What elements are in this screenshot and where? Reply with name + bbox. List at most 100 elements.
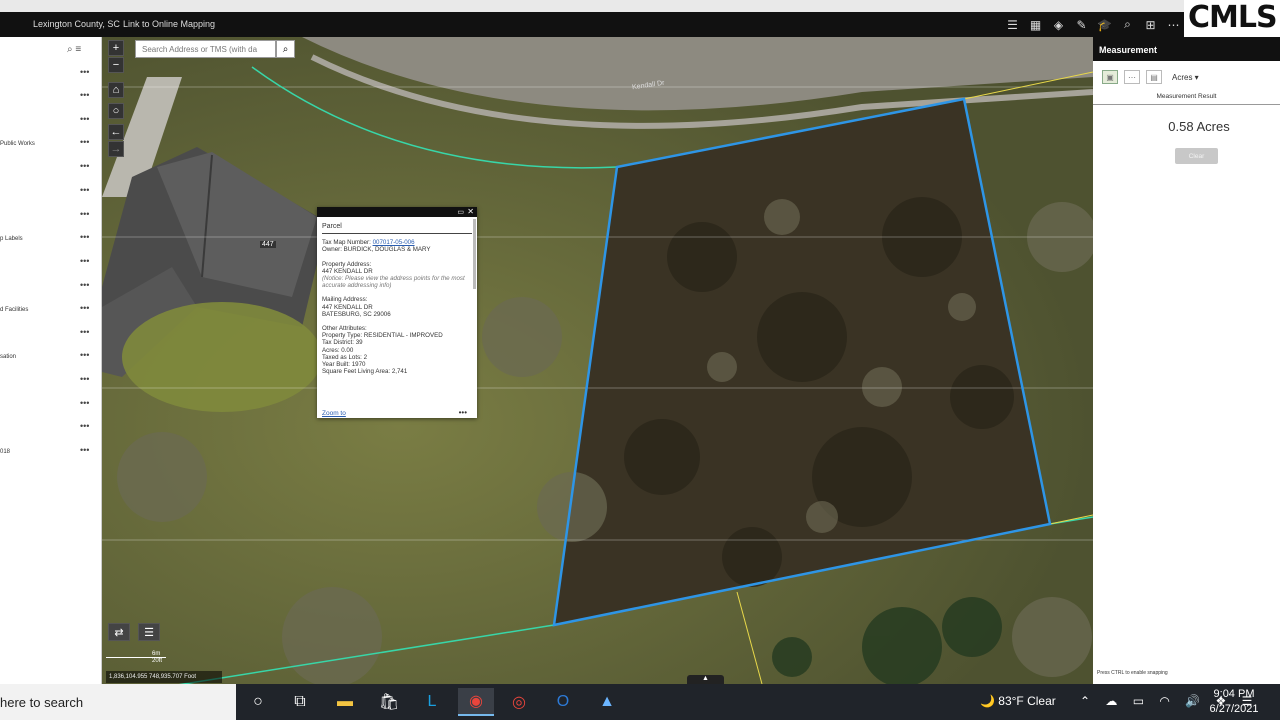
unit-select[interactable]: Acres ▾ — [1172, 73, 1199, 82]
outlook-icon[interactable]: O — [545, 688, 581, 716]
clock[interactable]: 9:04 PM 6/27/2021 — [1204, 687, 1264, 717]
popup-more-button[interactable]: ••• — [459, 408, 467, 417]
layer-more-button[interactable]: ••• — [80, 374, 89, 384]
layer-more-button[interactable]: ••• — [80, 114, 89, 124]
list-icon[interactable]: ☰ — [1003, 15, 1022, 34]
layer-more-button[interactable]: ••• — [80, 280, 89, 290]
close-icon[interactable]: ✕ — [467, 207, 474, 216]
scale-bar: 6m 20ft — [106, 651, 166, 664]
layer-item[interactable]: ••• — [0, 161, 100, 175]
back-arrow-icon[interactable]: ← — [108, 124, 124, 140]
basemap-toggle-icon[interactable]: ⇄ — [108, 623, 130, 641]
filter-icon[interactable]: ≡ — [75, 44, 81, 55]
layer-item[interactable]: sation ••• — [0, 350, 100, 364]
maximize-icon[interactable]: ▭ — [457, 208, 464, 216]
layer-item[interactable]: 018 ••• — [0, 445, 100, 459]
search-icon[interactable]: ⌕ — [67, 44, 73, 55]
chrome-icon[interactable]: ◉ — [458, 688, 494, 716]
layer-item[interactable]: ••• — [0, 256, 100, 270]
attribute-table-toggle[interactable]: ▲ — [687, 675, 724, 684]
locate-icon[interactable]: ○ — [108, 103, 124, 119]
area-tool-icon[interactable]: ▣ — [1102, 70, 1118, 84]
layer-more-button[interactable]: ••• — [80, 445, 89, 455]
layers-icon[interactable]: ◈ — [1049, 15, 1068, 34]
taskbar-search-box[interactable]: here to search — [0, 684, 236, 720]
print-icon[interactable]: ⊞ — [1141, 15, 1160, 34]
layer-more-button[interactable]: ••• — [80, 303, 89, 313]
logo-text: CMLS — [1188, 0, 1278, 35]
zoom-out-button[interactable]: − — [108, 57, 124, 73]
store-icon[interactable]: 🛍 — [371, 688, 407, 716]
distance-tool-icon[interactable]: ⋯ — [1124, 70, 1140, 84]
layer-item[interactable]: ••• — [0, 280, 100, 294]
zoom-in-button[interactable]: + — [108, 40, 124, 56]
task-view-icon[interactable]: ⧉ — [282, 688, 318, 716]
layer-item[interactable]: p Labels ••• — [0, 232, 100, 246]
zoom-select-icon[interactable]: ⌕ — [1118, 15, 1137, 34]
layer-item[interactable]: ••• — [0, 185, 100, 199]
layer-tools: ⌕ ≡ — [67, 44, 81, 55]
cortana-icon[interactable]: ○ — [240, 688, 276, 716]
layer-item[interactable]: ••• — [0, 374, 100, 388]
property-address-label: Property Address: — [322, 260, 372, 268]
property-type: Property Type: RESIDENTIAL - IMPROVED — [322, 332, 443, 340]
mailing-line-1: 447 KENDALL DR — [322, 303, 373, 311]
chrome-alt-icon[interactable]: ◎ — [501, 688, 537, 716]
app-l-icon[interactable]: L — [414, 688, 450, 716]
layer-item[interactable]: ••• — [0, 421, 100, 435]
popup-content: Parcel Tax Map Number: 007017-05-006 Own… — [317, 217, 477, 405]
clear-button[interactable]: Clear — [1175, 148, 1218, 164]
layer-item-label: 018 — [0, 449, 11, 455]
layer-more-button[interactable]: ••• — [80, 67, 89, 77]
layer-more-button[interactable]: ••• — [80, 90, 89, 100]
zoom-to-link[interactable]: Zoom to — [322, 410, 346, 417]
measurement-panel: Measurement ▣ ⋯ ▤ Acres ▾ Measurement Re… — [1093, 37, 1280, 684]
map-toolbar: ☰ ▦ ◈ ✎ 🎓 ⌕ ⊞ ⋯ — [1003, 15, 1183, 34]
layer-more-button[interactable]: ••• — [80, 232, 89, 242]
layer-item-label: d Facilities — [0, 307, 29, 313]
layer-more-button[interactable]: ••• — [80, 137, 89, 147]
location-tool-icon[interactable]: ▤ — [1146, 70, 1162, 84]
graduation-icon[interactable]: 🎓 — [1095, 15, 1114, 34]
pencil-icon[interactable]: ✎ — [1072, 15, 1091, 34]
property-address: 447 KENDALL DR — [322, 267, 373, 275]
layer-more-button[interactable]: ••• — [80, 256, 89, 266]
popup-scrollbar[interactable] — [473, 219, 476, 289]
layer-item[interactable]: ••• — [0, 398, 100, 412]
clock-time: 9:04 PM — [1213, 688, 1255, 700]
home-icon[interactable]: ⌂ — [108, 82, 124, 98]
grid-icon[interactable]: ▦ — [1026, 15, 1045, 34]
layer-more-button[interactable]: ••• — [80, 327, 89, 337]
layer-item[interactable]: ••• — [0, 209, 100, 223]
file-explorer-icon[interactable]: ▬ — [327, 688, 363, 716]
windows-taskbar: here to search ○ ⧉ ▬ 🛍 L ◉ ◎ O ▲ 🌙 83°F … — [0, 684, 1280, 720]
layer-item[interactable]: Public Works ••• — [0, 137, 100, 151]
layer-more-button[interactable]: ••• — [80, 350, 89, 360]
browser-tab-strip — [0, 0, 1280, 12]
layer-more-button[interactable]: ••• — [80, 421, 89, 431]
search-button[interactable]: ⌕ — [276, 40, 295, 58]
tax-map-label: Tax Map Number: — [322, 239, 371, 247]
layer-more-button[interactable]: ••• — [80, 398, 89, 408]
layer-item[interactable]: ••• — [0, 67, 100, 81]
legend-icon[interactable]: ☰ — [138, 623, 160, 641]
search-input[interactable]: Search Address or TMS (with da — [135, 40, 276, 58]
year-built: Year Built: 1970 — [322, 361, 366, 369]
layer-more-button[interactable]: ••• — [80, 161, 89, 171]
layer-more-button[interactable]: ••• — [80, 185, 89, 195]
measurement-title: Measurement — [1093, 37, 1280, 61]
taxed-lots: Taxed as Lots: 2 — [322, 353, 368, 361]
photos-icon[interactable]: ▲ — [589, 688, 625, 716]
layer-more-button[interactable]: ••• — [80, 209, 89, 219]
layer-item[interactable]: ••• — [0, 90, 100, 104]
layer-item[interactable]: d Facilities ••• — [0, 303, 100, 317]
tax-map-link[interactable]: 007017-05-006 — [373, 239, 415, 246]
map-view[interactable]: Kendall Dr 447 + − ⌂ ○ ← → Search Addres… — [102, 37, 1093, 684]
forward-arrow-icon[interactable]: → — [108, 141, 124, 157]
online-mapping-link[interactable]: Link to Online Mapping — [123, 19, 215, 29]
weather-widget[interactable]: 🌙 83°F Clear — [980, 694, 1056, 708]
layer-item[interactable]: ••• — [0, 327, 100, 341]
coordinate-readout: 1,836,104.955 748,935.707 Foot — [106, 671, 222, 683]
more-icon[interactable]: ⋯ — [1164, 15, 1183, 34]
layer-item[interactable]: ••• — [0, 114, 100, 128]
